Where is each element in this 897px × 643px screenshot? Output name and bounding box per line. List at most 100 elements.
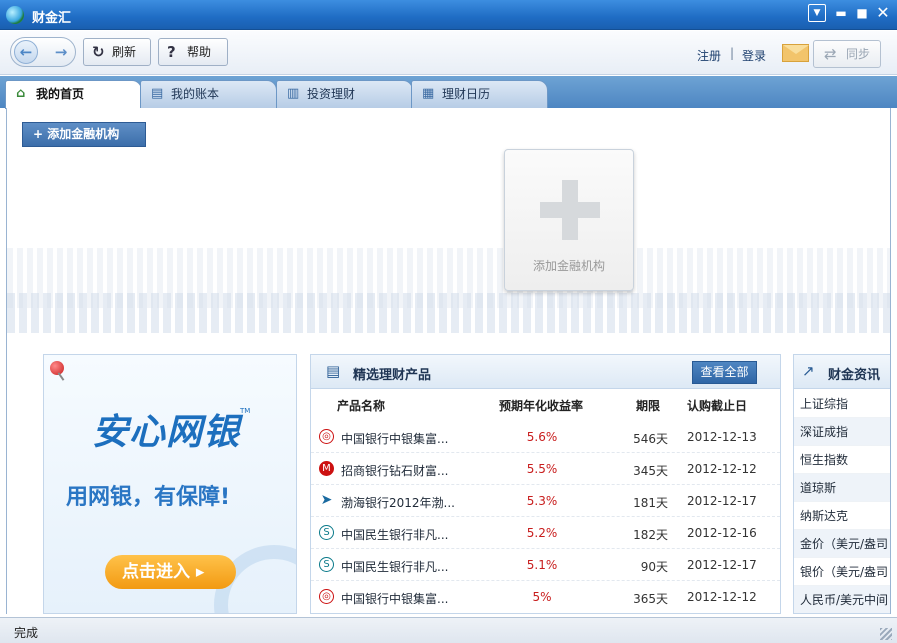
view-all-button[interactable]: 查看全部 [692,361,757,384]
column-header-name: 产品名称 [337,399,386,413]
boc-logo-icon: ◎ [319,429,334,444]
promo-enter-button[interactable]: 点击进入 ▸ [105,555,236,589]
product-term: 181天 [633,496,668,510]
column-header-deadline: 认购截止日 [687,399,748,413]
news-item[interactable]: 纳斯达克 [794,502,890,530]
product-row[interactable]: ◎ 中国银行中银集富... 5.6% 546天 2012-12-13 [311,421,780,453]
help-button[interactable]: ? 帮助 [158,38,228,66]
products-title: 精选理财产品 [353,368,432,383]
tab-label: 我的首页 [36,87,85,101]
menu-dropdown-icon[interactable]: ▼ [808,4,826,22]
tab-investment[interactable]: ▥ 投资理财 [276,80,413,108]
news-item[interactable]: 深证成指 [794,418,890,446]
product-row[interactable]: ◎ 中国银行中银集富... 5% 365天 2012-12-12 [311,581,780,613]
product-term: 365天 [633,592,668,606]
product-term: 345天 [633,464,668,478]
finance-news-panel: ↗ 财金资讯 上证综指 深证成指 恒生指数 道琼斯 纳斯达克 金价（美元/盎司 … [793,354,890,614]
refresh-label: 刷新 [112,45,137,59]
column-header-rate: 预期年化收益率 [499,399,584,413]
tab-label: 我的账本 [171,87,220,101]
product-term: 182天 [633,528,668,542]
trademark-mark: TM [240,407,251,415]
plus-icon [540,202,600,218]
news-item[interactable]: 恒生指数 [794,446,890,474]
news-item[interactable]: 上证综指 [794,390,890,418]
product-rate: 5% [532,590,552,604]
ledger-icon: ▤ [151,86,164,101]
column-header-term: 期限 [636,399,661,413]
product-name: 渤海银行2012年渤... [341,496,455,510]
news-item[interactable]: 银价（美元/盎司 [794,558,890,586]
forward-icon[interactable]: → [49,40,73,64]
close-icon[interactable]: ✕ [874,4,892,22]
login-link[interactable]: 登录 [742,47,766,64]
pin-icon [50,361,64,375]
products-header: ▤ 精选理财产品 查看全部 [311,355,780,389]
add-card-label: 添加金融机构 [532,259,605,273]
home-content: + 添加金融机构 添加金融机构 安心网银 TM 用网银，有保障! 点击进入 ▸ … [6,108,891,614]
home-icon: ⌂ [16,86,26,101]
minimize-icon[interactable]: ▬ [832,4,850,22]
product-name: 招商银行钻石财富... [341,464,449,478]
tab-ledger[interactable]: ▤ 我的账本 [140,80,277,108]
mail-icon[interactable] [782,44,809,62]
register-link[interactable]: 注册 [697,47,721,64]
cmb-logo-icon: M [319,461,334,476]
product-row[interactable]: S 中国民生银行非凡... 5.1% 90天 2012-12-17 [311,549,780,581]
product-deadline: 2012-12-12 [687,590,757,604]
product-term: 90天 [640,560,668,574]
app-logo-icon [6,6,24,24]
status-text: 完成 [14,626,39,640]
back-icon[interactable]: ← [14,40,38,64]
news-title: 财金资讯 [828,368,881,383]
window-title: 财金汇 [32,11,72,26]
news-item[interactable]: 道琼斯 [794,474,890,502]
promo-brand: 安心网银 [92,412,241,453]
news-item[interactable]: 人民币/美元中间 [794,586,890,613]
product-row[interactable]: ➤ 渤海银行2012年渤... 5.3% 181天 2012-12-17 [311,485,780,517]
tab-label: 投资理财 [307,87,356,101]
sync-button[interactable]: ⇄ 同步 [813,40,881,68]
tab-bar: ⌂ 我的首页 ▤ 我的账本 ▥ 投资理财 ▦ 理财日历 [0,76,897,109]
toolbar: ← → ↻ 刷新 ? 帮助 注册 | 登录 ⇄ 同步 [0,31,897,75]
product-rate: 5.2% [526,526,558,540]
product-rate: 5.3% [526,494,558,508]
news-header: ↗ 财金资讯 [794,355,890,389]
product-rate: 5.5% [526,462,558,476]
product-name: 中国民生银行非凡... [341,528,449,542]
add-institution-button[interactable]: + 添加金融机构 [22,122,146,147]
cmbc-logo-icon: S [319,525,334,540]
sync-label: 同步 [846,47,871,61]
product-deadline: 2012-12-17 [687,558,757,572]
tab-label: 理财日历 [442,87,491,101]
product-rate: 5.1% [526,558,558,572]
product-deadline: 2012-12-17 [687,494,757,508]
status-bar: 完成 [0,617,897,643]
boc-logo-icon: ◎ [319,589,334,604]
product-term: 546天 [633,432,668,446]
refresh-button[interactable]: ↻ 刷新 [83,38,151,66]
title-bar: 财金汇 ▼ ▬ ■ ✕ [0,0,897,30]
featured-products-panel: ▤ 精选理财产品 查看全部 产品名称 预期年化收益率 期限 认购截止日 ◎ 中国… [310,354,781,614]
resize-grip-icon[interactable] [880,628,892,640]
promo-banner[interactable]: 安心网银 TM 用网银，有保障! 点击进入 ▸ [43,354,297,614]
product-deadline: 2012-12-12 [687,462,757,476]
link-separator: | [730,46,735,60]
chart-icon: ▥ [287,86,300,101]
tab-home[interactable]: ⌂ 我的首页 [5,80,142,109]
cmbc-logo-icon: S [319,557,334,572]
promo-slogan: 用网银，有保障! [66,485,231,510]
product-rate: 5.6% [526,430,558,444]
product-deadline: 2012-12-16 [687,526,757,540]
product-row[interactable]: S 中国民生银行非凡... 5.2% 182天 2012-12-16 [311,517,780,549]
product-row[interactable]: M 招商银行钻石财富... 5.5% 345天 2012-12-12 [311,453,780,485]
list-icon: ▤ [326,362,341,380]
news-item[interactable]: 金价（美元/盎司 [794,530,890,558]
add-institution-card[interactable]: 添加金融机构 [504,149,634,291]
product-name: 中国银行中银集富... [341,432,449,446]
product-name: 中国民生银行非凡... [341,560,449,574]
decorative-grid [7,293,890,333]
tab-calendar[interactable]: ▦ 理财日历 [411,80,548,108]
navigation-group: ← → [10,37,76,67]
maximize-icon[interactable]: ■ [853,4,871,22]
